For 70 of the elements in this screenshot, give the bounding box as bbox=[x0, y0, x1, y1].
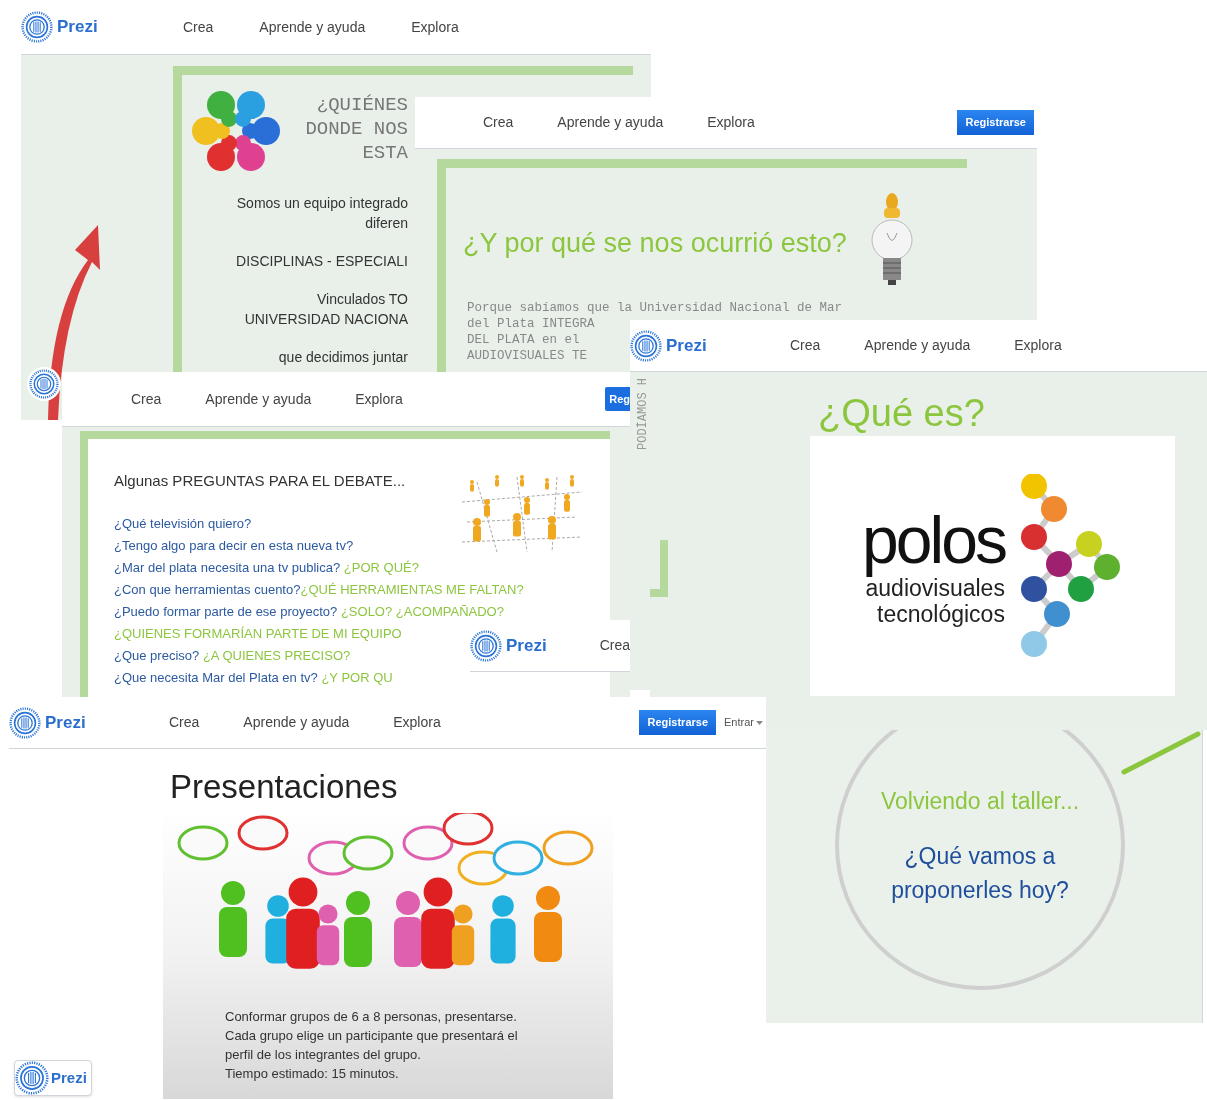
slide-text: que decidimos juntar bbox=[278, 348, 408, 367]
slide-text: DISCIPLINAS - ESPECIALI bbox=[236, 252, 408, 271]
nav-link[interactable]: Aprende y ayuda bbox=[557, 112, 664, 133]
slide-text: AUDIOVISUALES TE bbox=[467, 348, 588, 364]
register-button[interactable]: Registrarse bbox=[639, 710, 717, 735]
register-button[interactable]: Reg bbox=[605, 386, 630, 412]
logo-icon bbox=[470, 629, 502, 662]
slide-text: DEL PLATA en el bbox=[467, 332, 580, 348]
brand-name[interactable]: Prezi bbox=[666, 332, 707, 359]
slide-title: ESTA bbox=[362, 141, 408, 165]
nav-link[interactable]: Crea bbox=[599, 635, 630, 656]
logo-word: polos bbox=[862, 505, 1005, 575]
brand-name[interactable]: Prezi bbox=[506, 632, 547, 659]
nav-link[interactable]: Explora bbox=[393, 712, 441, 733]
caret-icon bbox=[756, 720, 763, 725]
slide-text: proponerles hoy? bbox=[891, 875, 1069, 905]
slide-title: Volviendo al taller... bbox=[880, 787, 1080, 816]
question-line: ¿Que necesita Mar del Plata en tv? ¿Y POR QU bbox=[114, 669, 393, 687]
vertical-text: PODÍAMOS H bbox=[635, 378, 651, 450]
question-line: ¿Tengo algo para decir en esta nueva tv? bbox=[114, 537, 354, 555]
nav-link[interactable]: Explora bbox=[707, 112, 755, 133]
question-line: ¿Qué televisión quiero? bbox=[114, 515, 252, 533]
logo-icon bbox=[630, 329, 662, 362]
slide-text: diferen bbox=[365, 214, 408, 233]
register-button[interactable]: Registrarse bbox=[957, 110, 1034, 135]
nav-link[interactable]: Aprende y ayuda bbox=[259, 16, 366, 38]
slide-title: ¿Y por qué se nos ocurrió esto? bbox=[463, 226, 847, 260]
caption-text: Conformar grupos de 6 a 8 personas, presentarse. bbox=[225, 1008, 518, 1026]
question-line: ¿Mar del plata necesita una tv publica? ¿POR QUÉ? bbox=[114, 559, 419, 577]
nav-link[interactable]: Aprende y ayuda bbox=[243, 712, 350, 733]
nav-link[interactable]: Crea bbox=[169, 712, 200, 733]
slide-title: ¿Qué es? bbox=[818, 391, 986, 436]
slide-title: ¿QUIÉNES bbox=[316, 93, 408, 117]
slide-text: Vinculados TO bbox=[316, 290, 408, 309]
logo-icon bbox=[15, 1061, 49, 1095]
nav-link[interactable]: Explora bbox=[1014, 335, 1062, 356]
brand-badge[interactable]: Prezi bbox=[14, 1060, 92, 1096]
slide-text: del Plata INTEGRA bbox=[467, 316, 595, 332]
slide-title: Algunas PREGUNTAS PARA EL DEBATE... bbox=[114, 471, 407, 491]
dots-logo-icon bbox=[1018, 473, 1123, 659]
slide-title: DONDE NOS bbox=[305, 117, 408, 141]
slide-text: UNIVERSIDAD NACIONA bbox=[244, 310, 408, 329]
nav-link[interactable]: Crea bbox=[790, 335, 821, 356]
logo-icon bbox=[9, 706, 41, 739]
brand-name[interactable]: Prezi bbox=[45, 709, 86, 736]
logo-text: tecnológicos bbox=[877, 601, 1005, 627]
nav-link[interactable]: Explora bbox=[355, 388, 403, 410]
bracket-drawing bbox=[650, 540, 668, 597]
nav-link[interactable]: Aprende y ayuda bbox=[864, 335, 971, 356]
slide-text: ¿Qué vamos a bbox=[904, 841, 1056, 871]
slide-text: Somos un equipo integrado bbox=[236, 194, 408, 213]
nav-link[interactable]: Crea bbox=[483, 112, 514, 133]
slide-text: Porque sabíamos que la Universidad Nacional de Mar bbox=[467, 300, 843, 316]
question-line: ¿QUIENES FORMARÍAN PARTE DE MI EQUIPO bbox=[114, 625, 402, 643]
logo-icon bbox=[21, 11, 53, 43]
slide-title: Presentaciones bbox=[169, 767, 399, 807]
caption-text: Tiempo estimado: 15 minutos. bbox=[225, 1065, 400, 1083]
caption-text: perfil de los integrantes del grupo. bbox=[225, 1046, 422, 1064]
nav-link[interactable]: Aprende y ayuda bbox=[205, 388, 312, 410]
brand-name[interactable]: Prezi bbox=[57, 14, 98, 40]
nav-link[interactable]: Crea bbox=[131, 388, 162, 410]
brand-name: Prezi bbox=[51, 1067, 87, 1088]
caption-text: Cada grupo elige un participante que presentará el bbox=[225, 1027, 518, 1045]
login-link[interactable]: Entrar bbox=[724, 714, 763, 731]
nav-link[interactable]: Explora bbox=[411, 16, 459, 38]
question-line: ¿Puedo formar parte de ese proyecto? ¿SOLO? ¿ACOMPAÑADO? bbox=[114, 603, 504, 621]
question-line: ¿Con que herramientas cuento?¿QUÉ HERRAMIENTAS ME FALTAN? bbox=[114, 581, 524, 599]
logo-icon bbox=[29, 369, 59, 399]
nav-link[interactable]: Crea bbox=[183, 16, 214, 38]
question-line: ¿Que preciso? ¿A QUIENES PRECISO? bbox=[114, 647, 351, 665]
